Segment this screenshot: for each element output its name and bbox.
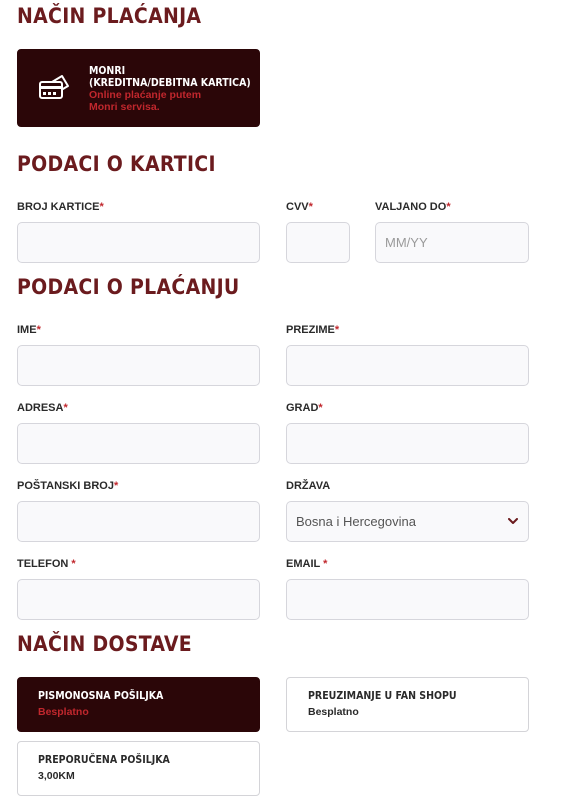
valid-until-label: VALJANO DO* — [375, 201, 451, 213]
phone-input[interactable] — [17, 579, 260, 620]
payment-method-heading: NAČIN PLAĆANJA — [17, 4, 202, 28]
city-input[interactable] — [286, 423, 529, 464]
delivery-method-heading: NAČIN DOSTAVE — [17, 632, 192, 656]
country-label: DRŽAVA — [286, 480, 331, 492]
monri-option-title: MONRI — [89, 65, 126, 77]
last-name-input[interactable] — [286, 345, 529, 386]
delivery-option-price: Besplatno — [308, 706, 359, 718]
delivery-option-title: PREUZIMANJE U FAN SHOPU — [308, 690, 457, 702]
billing-heading: PODACI O PLAĆANJU — [17, 275, 240, 299]
delivery-option-price: 3,00KM — [38, 770, 75, 782]
cvv-input[interactable] — [286, 222, 350, 263]
last-name-label: PREZIME* — [286, 324, 340, 336]
delivery-option-price: Besplatno — [38, 706, 89, 718]
delivery-option-fan-shop-pickup[interactable]: PREUZIMANJE U FAN SHOPU Besplatno — [286, 677, 529, 732]
address-input[interactable] — [17, 423, 260, 464]
credit-card-icon — [38, 72, 70, 104]
monri-option-description-line1: Online plaćanje putem — [89, 89, 202, 101]
delivery-option-standard-mail[interactable]: PISMONOSNA POŠILJKA Besplatno — [17, 677, 260, 732]
address-label: ADRESA* — [17, 402, 68, 414]
card-details-heading: PODACI O KARTICI — [17, 152, 216, 176]
country-select-value: Bosna i Hercegovina — [296, 514, 416, 529]
delivery-option-title: PISMONOSNA POŠILJKA — [38, 690, 164, 702]
email-input[interactable] — [286, 579, 529, 620]
delivery-option-registered-mail[interactable]: PREPORUČENA POŠILJKA 3,00KM — [17, 741, 260, 796]
monri-option-subtitle: (KREDITNA/DEBITNA KARTICA) — [89, 77, 251, 89]
delivery-option-title: PREPORUČENA POŠILJKA — [38, 754, 170, 766]
first-name-input[interactable] — [17, 345, 260, 386]
cvv-label: CVV* — [286, 201, 313, 213]
postal-code-input[interactable] — [17, 501, 260, 542]
phone-label: TELEFON * — [17, 558, 76, 570]
chevron-down-icon — [508, 518, 518, 525]
postal-code-label: POŠTANSKI BROJ* — [17, 480, 119, 492]
monri-option-description-line2: Monri servisa. — [89, 101, 160, 113]
first-name-label: IME* — [17, 324, 41, 336]
country-select[interactable]: Bosna i Hercegovina — [286, 501, 529, 542]
city-label: GRAD* — [286, 402, 323, 414]
card-number-input[interactable] — [17, 222, 260, 263]
monri-payment-option[interactable]: MONRI (KREDITNA/DEBITNA KARTICA) Online … — [17, 49, 260, 127]
valid-until-input[interactable] — [375, 222, 529, 263]
email-label: EMAIL * — [286, 558, 328, 570]
card-number-label: BROJ KARTICE* — [17, 201, 104, 213]
